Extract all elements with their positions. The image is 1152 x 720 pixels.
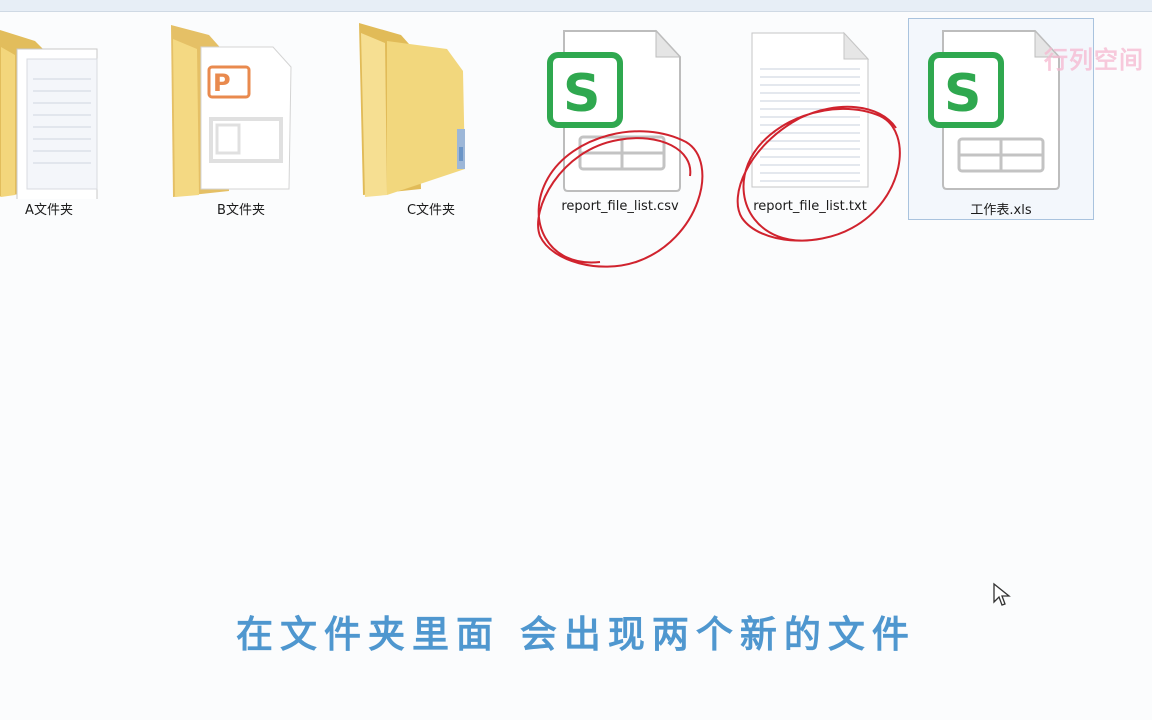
wps-spreadsheet-icon: S <box>547 29 682 192</box>
file-item-b-folder[interactable]: P B文件夹 <box>148 18 334 220</box>
folder-icon <box>359 23 465 197</box>
file-item-c-folder[interactable]: C文件夹 <box>338 18 524 220</box>
watermark-text: 行列空间 <box>1044 46 1144 74</box>
file-name: report_file_list.txt <box>753 199 867 214</box>
file-item-csv[interactable]: S report_file_list.csv <box>527 18 713 220</box>
file-item-a-folder[interactable]: A文件夹 <box>0 18 142 220</box>
file-name: A文件夹 <box>25 203 73 218</box>
svg-text:S: S <box>944 64 981 124</box>
window-top-bar <box>0 0 1152 12</box>
file-name: C文件夹 <box>406 203 456 218</box>
folder-with-documents-icon <box>0 29 98 199</box>
mouse-pointer-icon <box>993 582 1011 606</box>
subtitle-caption: 在文件夹里面 会出现两个新的文件 <box>236 613 916 656</box>
file-name: 工作表.xls <box>970 203 1032 218</box>
svg-text:P: P <box>213 69 231 97</box>
file-name: report_file_list.csv <box>561 199 679 214</box>
file-name: B文件夹 <box>217 203 265 218</box>
text-document-icon <box>751 31 870 188</box>
folder-with-presentation-icon: P <box>171 25 292 197</box>
svg-text:S: S <box>563 64 600 124</box>
file-item-txt[interactable]: report_file_list.txt <box>717 18 903 220</box>
